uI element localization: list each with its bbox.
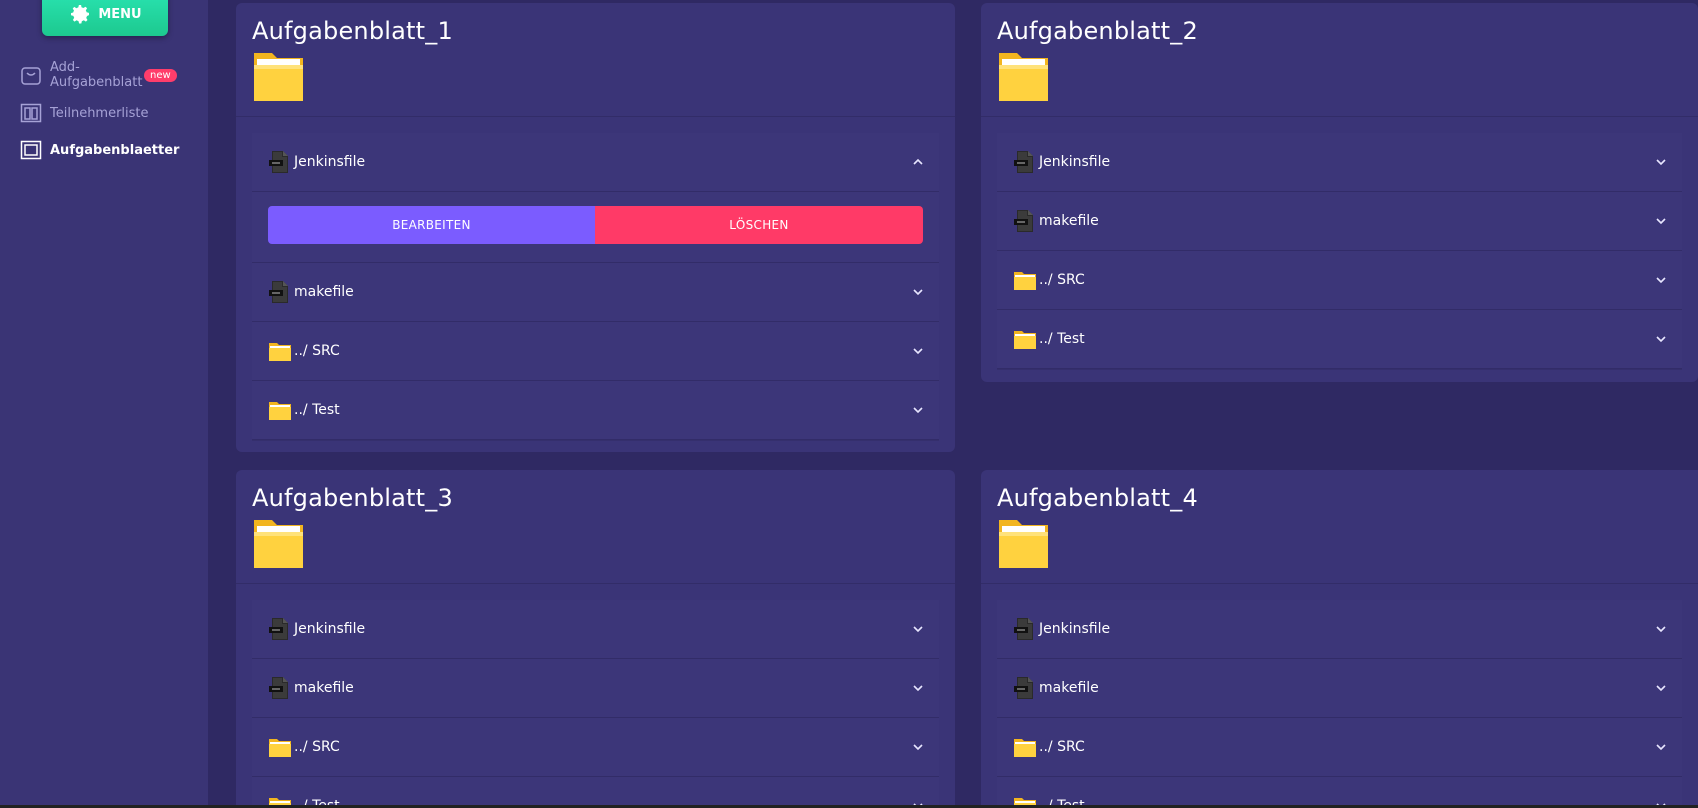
delete-button[interactable]: LÖSCHEN [595,206,923,244]
chevron-down-icon[interactable] [1654,681,1668,695]
chevron-down-icon[interactable] [911,740,925,754]
card-title: Aufgabenblatt_4 [997,484,1198,512]
accordion-panel: BEARBEITEN LÖSCHEN [252,192,939,263]
folder-icon [268,735,292,759]
accordion-item-test[interactable]: ../ Test [997,777,1682,808]
accordion-item-jenkinsfile[interactable]: Jenkinsfile [997,133,1682,192]
file-icon [1013,150,1037,174]
gear-icon [71,5,90,24]
columns-icon [20,103,42,123]
chevron-down-icon[interactable] [911,622,925,636]
sidebar-item-label: Aufgabenblaetter [50,142,180,158]
menu-label: MENU [98,6,142,22]
chevron-up-icon[interactable] [911,155,925,169]
accordion-item-jenkinsfile[interactable]: Jenkinsfile [252,133,939,192]
card-title: Aufgabenblatt_2 [997,17,1198,45]
accordion-item-src[interactable]: ../ SRC [252,322,939,381]
file-accordion: Jenkinsfile makefile ../ SRC ../ Test [997,600,1682,808]
chevron-down-icon[interactable] [911,285,925,299]
folder-icon [1013,268,1037,292]
card-header: Aufgabenblatt_4 [981,470,1698,584]
item-label: makefile [1039,680,1099,696]
item-label: makefile [294,680,354,696]
chevron-down-icon[interactable] [911,344,925,358]
chevron-down-icon[interactable] [911,681,925,695]
folder-icon [268,398,292,422]
item-label: Jenkinsfile [1039,154,1111,170]
item-label: ../ SRC [1039,272,1085,288]
chevron-down-icon[interactable] [1654,622,1668,636]
item-label: Jenkinsfile [1039,621,1111,637]
edit-button[interactable]: BEARBEITEN [268,206,595,244]
accordion-item-makefile[interactable]: makefile [252,263,939,322]
accordion-item-src[interactable]: ../ SRC [252,718,939,777]
file-icon [1013,617,1037,641]
file-accordion: Jenkinsfile makefile ../ SRC ../ Test [997,133,1682,369]
accordion-item-makefile[interactable]: makefile [997,659,1682,718]
file-icon [268,676,292,700]
file-icon [268,617,292,641]
item-label: ../ Test [1039,331,1085,347]
aufgabenblatt-card: Aufgabenblatt_2 Jenkinsfile makefile ../… [981,3,1698,382]
sidebar: MENU Add-Aufgabenblatt new Teilnehmerlis… [0,0,208,808]
item-label: ../ Test [294,402,340,418]
chevron-down-icon[interactable] [1654,332,1668,346]
card-header: Aufgabenblatt_1 [236,3,955,117]
item-label: makefile [1039,213,1099,229]
item-label: Jenkinsfile [294,621,366,637]
chevron-down-icon[interactable] [911,403,925,417]
folder-icon [252,47,305,103]
chevron-down-icon[interactable] [1654,214,1668,228]
bag-icon [21,67,41,85]
file-accordion: Jenkinsfile BEARBEITEN LÖSCHEN makefile … [252,133,939,440]
card-header: Aufgabenblatt_2 [981,3,1698,117]
folder-icon [252,514,305,570]
accordion-item-test[interactable]: ../ Test [252,381,939,440]
new-badge: new [144,68,177,82]
folder-icon [997,47,1050,103]
accordion-item-jenkinsfile[interactable]: Jenkinsfile [997,600,1682,659]
folder-icon [1013,327,1037,351]
chevron-down-icon[interactable] [1654,273,1668,287]
item-label: ../ SRC [294,739,340,755]
folder-icon [1013,735,1037,759]
chevron-down-icon[interactable] [1654,155,1668,169]
accordion-item-src[interactable]: ../ SRC [997,718,1682,777]
accordion-item-jenkinsfile[interactable]: Jenkinsfile [252,600,939,659]
file-icon [1013,209,1037,233]
accordion-item-test[interactable]: ../ Test [252,777,939,808]
sidebar-item-label: Add-Aufgabenblatt [50,60,143,90]
sidebar-item-teilnehmerliste[interactable]: Teilnehmerliste [20,102,149,124]
file-icon [1013,676,1037,700]
item-label: makefile [294,284,354,300]
folder-icon [997,514,1050,570]
accordion-item-makefile[interactable]: makefile [252,659,939,718]
card-header: Aufgabenblatt_3 [236,470,955,584]
menu-button[interactable]: MENU [42,0,168,36]
card-title: Aufgabenblatt_3 [252,484,453,512]
sidebar-item-label: Teilnehmerliste [50,105,149,121]
item-label: ../ SRC [294,343,340,359]
aufgabenblatt-card: Aufgabenblatt_4 Jenkinsfile makefile ../… [981,470,1698,808]
card-title: Aufgabenblatt_1 [252,17,453,45]
accordion-item-test[interactable]: ../ Test [997,310,1682,369]
file-icon [268,280,292,304]
sidebar-item-add-aufgabenblatt[interactable]: Add-Aufgabenblatt new [20,60,177,90]
chevron-down-icon[interactable] [1654,740,1668,754]
item-label: Jenkinsfile [294,154,366,170]
aufgabenblatt-card: Aufgabenblatt_1 Jenkinsfile BEARBEITEN L… [236,3,955,452]
accordion-item-makefile[interactable]: makefile [997,192,1682,251]
accordion-item-src[interactable]: ../ SRC [997,251,1682,310]
window-icon [20,140,42,160]
file-icon [268,150,292,174]
folder-icon [268,339,292,363]
aufgabenblatt-card: Aufgabenblatt_3 Jenkinsfile makefile ../… [236,470,955,808]
sidebar-item-aufgabenblaetter[interactable]: Aufgabenblaetter [20,139,179,161]
item-label: ../ SRC [1039,739,1085,755]
file-accordion: Jenkinsfile makefile ../ SRC ../ Test [252,600,939,808]
